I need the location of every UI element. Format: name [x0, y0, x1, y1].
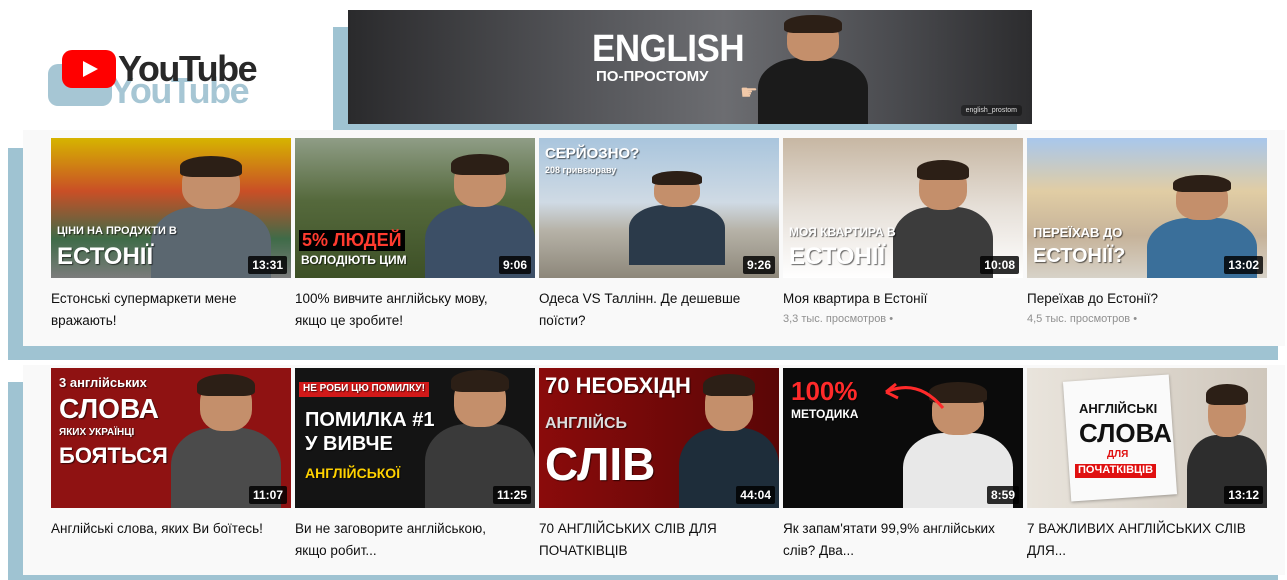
banner-person — [758, 14, 868, 124]
banner-subtitle: ПО-ПРОСТОМУ — [596, 68, 709, 85]
video-title[interactable]: 100% вивчите англійську мову, якщо це зр… — [295, 288, 521, 332]
video-title[interactable]: Естонські супермаркети мене вражають! — [51, 288, 277, 332]
thumbnail-caption: ЕСТОНІЇ — [57, 243, 154, 270]
thumbnail-caption: ЕСТОНІЇ — [789, 243, 886, 270]
video-title[interactable]: Ви не заговорите англійською, якщо робит… — [295, 518, 521, 562]
video-card[interactable]: 70 НЕОБХІДН АНГЛІЙСЬ СЛІВ 44:04 70 АНГЛІ… — [539, 368, 779, 562]
thumbnail-caption: ВОЛОДІЮТЬ ЦИМ — [301, 253, 407, 267]
video-card[interactable]: ЦІНИ НА ПРОДУКТИ В ЕСТОНІЇ 13:31 Естонсь… — [51, 138, 291, 332]
video-thumbnail[interactable]: ПЕРЕЇХАВ ДО ЕСТОНІЇ? 13:02 — [1027, 138, 1267, 278]
video-duration: 8:59 — [986, 486, 1019, 504]
video-title[interactable]: Моя квартира в Естонії — [783, 288, 1009, 310]
thumbnail-caption: 70 НЕОБХІДН — [545, 373, 691, 398]
video-title[interactable]: 7 ВАЖЛИВИХ АНГЛІЙСЬКИХ СЛІВ ДЛЯ... — [1027, 518, 1253, 562]
thumbnail-caption: АНГЛІЙСЬКІ — [1079, 401, 1158, 416]
thumbnail-caption: СЛІВ — [545, 438, 656, 490]
video-thumbnail[interactable]: ЦІНИ НА ПРОДУКТИ В ЕСТОНІЇ 13:31 — [51, 138, 291, 278]
video-duration: 9:06 — [498, 256, 531, 274]
thumbnail-caption: МОЯ КВАРТИРА В — [789, 225, 896, 239]
video-duration: 13:12 — [1224, 486, 1263, 504]
video-duration: 11:25 — [492, 486, 531, 504]
youtube-logo[interactable]: YouTube YouTube — [48, 44, 258, 114]
video-thumbnail[interactable]: 3 англійських СЛОВА ЯКИХ УКРАЇНЦІ БОЯТЬС… — [51, 368, 291, 508]
view-count: 3,3 тыс. просмотров • — [783, 312, 894, 325]
video-duration: 13:02 — [1224, 256, 1263, 274]
thumbnail-caption: АНГЛІЙСЬКОЇ — [305, 465, 401, 481]
video-thumbnail[interactable]: 70 НЕОБХІДН АНГЛІЙСЬ СЛІВ 44:04 — [539, 368, 779, 508]
thumbnail-caption: СЛОВА — [1079, 418, 1172, 448]
thumbnail-caption: АНГЛІЙСЬ — [545, 415, 628, 432]
thumbnail-caption: СЕРЙОЗНО? — [545, 145, 640, 162]
thumbnail-caption: ПОЧАТКІВЦІВ — [1075, 464, 1157, 478]
video-card[interactable]: ПЕРЕЇХАВ ДО ЕСТОНІЇ? 13:02 Переїхав до Е… — [1027, 138, 1267, 325]
video-card[interactable]: 3 англійських СЛОВА ЯКИХ УКРАЇНЦІ БОЯТЬС… — [51, 368, 291, 540]
video-card[interactable]: СЕРЙОЗНО? 208 гривєюраву 9:26 Одеса VS Т… — [539, 138, 779, 332]
video-duration: 11:07 — [248, 486, 287, 504]
view-count: 4,5 тыс. просмотров • — [1027, 312, 1138, 325]
channel-banner[interactable]: ENGLISH ПО-ПРОСТОМУ ☛ english_prostom — [348, 10, 1032, 124]
thumbnail-person — [629, 171, 725, 266]
video-card[interactable]: АНГЛІЙСЬКІ СЛОВА ДЛЯ ПОЧАТКІВЦІВ 13:12 7… — [1027, 368, 1267, 562]
logo-text: YouTube — [118, 48, 258, 89]
thumbnail-caption: 5% ЛЮДЕЙ — [299, 230, 405, 251]
thumbnail-caption: У ВИВЧЕ — [305, 433, 393, 455]
thumbnail-caption: ДЛЯ — [1107, 449, 1129, 460]
thumbnail-caption: ЦІНИ НА ПРОДУКТИ В — [57, 225, 177, 237]
play-icon — [62, 50, 116, 88]
thumbnail-caption: 208 гривєюраву — [545, 165, 617, 175]
thumbnail-caption: СЛОВА — [59, 393, 159, 424]
thumbnail-caption: БОЯТЬСЯ — [59, 443, 168, 468]
video-card[interactable]: 5% ЛЮДЕЙ ВОЛОДІЮТЬ ЦИМ 9:06 100% вивчите… — [295, 138, 535, 332]
thumbnail-person — [893, 160, 993, 278]
video-title[interactable]: Одеса VS Таллінн. Де дешевше поїсти? — [539, 288, 765, 332]
arrow-icon — [885, 382, 945, 409]
banner-handle: english_prostom — [960, 105, 1022, 116]
thumbnail-caption: МЕТОДИКА — [791, 407, 859, 421]
thumbnail-caption: 100% — [791, 376, 858, 406]
video-title[interactable]: 70 АНГЛІЙСЬКИХ СЛІВ ДЛЯ ПОЧАТКІВЦІВ — [539, 518, 765, 562]
video-thumbnail[interactable]: 100% МЕТОДИКА 8:59 — [783, 368, 1023, 508]
video-thumbnail[interactable]: 5% ЛЮДЕЙ ВОЛОДІЮТЬ ЦИМ 9:06 — [295, 138, 535, 278]
thumbnail-caption: ПЕРЕЇХАВ ДО — [1033, 225, 1123, 240]
banner-title: ENGLISH — [592, 28, 745, 70]
video-title[interactable]: Переїхав до Естонії? — [1027, 288, 1253, 310]
thumbnail-caption: ЯКИХ УКРАЇНЦІ — [59, 427, 135, 438]
thumbnail-caption: ЕСТОНІЇ? — [1033, 245, 1126, 267]
video-title[interactable]: Як запам'ятати 99,9% англійських слів? Д… — [783, 518, 1009, 562]
video-duration: 13:31 — [248, 256, 287, 274]
video-duration: 44:04 — [736, 486, 775, 504]
video-thumbnail[interactable]: СЕРЙОЗНО? 208 гривєюраву 9:26 — [539, 138, 779, 278]
video-card[interactable]: НЕ РОБИ ЦЮ ПОМИЛКУ! ПОМИЛКА #1 У ВИВЧЕ А… — [295, 368, 535, 562]
video-card[interactable]: МОЯ КВАРТИРА В ЕСТОНІЇ 10:08 Моя квартир… — [783, 138, 1023, 325]
thumbnail-caption: 3 англійських — [59, 375, 147, 390]
shelf-1-accent-bottom — [8, 345, 1278, 360]
thumbnail-caption: ПОМИЛКА #1 — [305, 409, 435, 431]
video-title[interactable]: Англійські слова, яких Ви боїтесь! — [51, 518, 277, 540]
video-duration: 9:26 — [742, 256, 775, 274]
video-duration: 10:08 — [980, 256, 1019, 274]
pointing-hand-icon: ☛ — [740, 82, 758, 104]
video-card[interactable]: 100% МЕТОДИКА 8:59 Як запам'ятати 99,9% … — [783, 368, 1023, 562]
video-thumbnail[interactable]: НЕ РОБИ ЦЮ ПОМИЛКУ! ПОМИЛКА #1 У ВИВЧЕ А… — [295, 368, 535, 508]
video-thumbnail[interactable]: АНГЛІЙСЬКІ СЛОВА ДЛЯ ПОЧАТКІВЦІВ 13:12 — [1027, 368, 1267, 508]
video-thumbnail[interactable]: МОЯ КВАРТИРА В ЕСТОНІЇ 10:08 — [783, 138, 1023, 278]
thumbnail-caption: НЕ РОБИ ЦЮ ПОМИЛКУ! — [299, 382, 429, 397]
